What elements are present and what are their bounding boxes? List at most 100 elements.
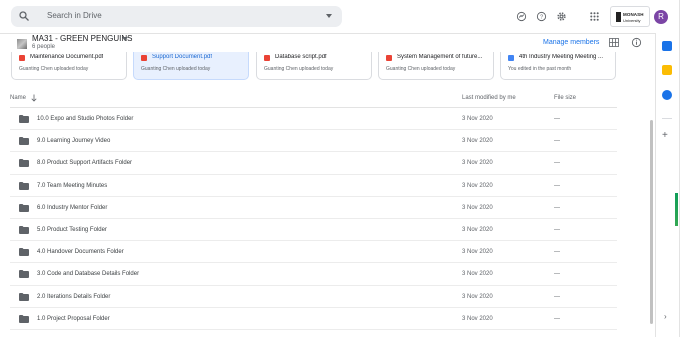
- file-name: 1.0 Project Proposal Folder: [37, 315, 110, 322]
- file-activity: Guanting Chen uploaded today: [19, 66, 89, 72]
- file-activity: Guanting Chen uploaded today: [386, 66, 456, 72]
- file-size: —: [554, 182, 560, 189]
- table-row[interactable]: 4.0 Handover Documents Folder 3 Nov 2020 —: [10, 241, 617, 264]
- keep-icon[interactable]: [662, 65, 672, 75]
- avatar[interactable]: R: [654, 10, 668, 24]
- side-panel: + ›: [656, 33, 680, 337]
- chevron-right-icon[interactable]: ›: [664, 312, 667, 321]
- folder-icon: [19, 248, 29, 257]
- doc-icon: [508, 55, 514, 61]
- modified-date: 3 Nov 2020: [462, 226, 493, 233]
- organization-logo[interactable]: MONASH University: [610, 6, 650, 27]
- file-name: 4.0 Handover Documents Folder: [37, 249, 124, 256]
- search-bar[interactable]: Search in Drive: [11, 6, 342, 27]
- modified-date: 3 Nov 2020: [462, 271, 493, 278]
- modified-date: 3 Nov 2020: [462, 160, 493, 167]
- file-name: 8.0 Product Support Artifacts Folder: [37, 160, 133, 167]
- file-name: 10.0 Expo and Studio Photos Folder: [37, 116, 134, 122]
- table-row[interactable]: 1.0 Project Proposal Folder 3 Nov 2020 —: [10, 308, 617, 330]
- file-title: Database script.pdf: [275, 54, 327, 60]
- file-size: —: [554, 271, 560, 278]
- search-icon[interactable]: [18, 10, 30, 22]
- file-size: —: [554, 138, 560, 145]
- scrollbar[interactable]: [650, 120, 653, 324]
- file-size: —: [554, 116, 560, 122]
- calendar-icon[interactable]: [662, 41, 672, 51]
- file-title: Support Document.pdf: [152, 54, 213, 60]
- folder-icon: [19, 203, 29, 212]
- last-modified-column-header[interactable]: Last modified by me: [462, 95, 516, 101]
- suggested-file-card[interactable]: 4th Industry Meeting Meeting ... You edi…: [500, 52, 616, 80]
- file-title: System Management of future...: [397, 54, 483, 60]
- file-name: 3.0 Code and Database Details Folder: [37, 271, 140, 278]
- search-input[interactable]: Search in Drive: [47, 11, 102, 20]
- file-size: —: [554, 160, 560, 167]
- file-name: 7.0 Team Meeting Minutes: [37, 182, 108, 189]
- table-row[interactable]: 7.0 Team Meeting Minutes 3 Nov 2020 —: [10, 175, 617, 197]
- file-name: 9.0 Learning Journey Video: [37, 138, 111, 145]
- file-name: 6.0 Industry Mentor Folder: [37, 204, 108, 211]
- svg-text:?: ?: [540, 15, 543, 21]
- file-size: —: [554, 293, 560, 300]
- search-options-icon[interactable]: [326, 14, 332, 18]
- tasks-icon[interactable]: [662, 90, 672, 100]
- file-size: —: [554, 204, 560, 211]
- table-row[interactable]: 2.0 Iterations Details Folder 3 Nov 2020 —: [10, 286, 617, 308]
- suggested-file-card[interactable]: Maintenance Document.pdf Guanting Chen u…: [11, 52, 127, 80]
- pdf-icon: [19, 55, 25, 61]
- suggested-file-card[interactable]: Database script.pdf Guanting Chen upload…: [256, 52, 372, 80]
- modified-date: 3 Nov 2020: [462, 182, 493, 189]
- divider: [662, 118, 672, 119]
- file-activity: Guanting Chen uploaded today: [141, 66, 211, 72]
- table-row[interactable]: 5.0 Product Testing Folder 3 Nov 2020 —: [10, 219, 617, 242]
- file-activity: You edited in the past month: [508, 66, 572, 72]
- suggested-file-card[interactable]: Support Document.pdf Guanting Chen uploa…: [133, 52, 249, 80]
- table-row[interactable]: 6.0 Industry Mentor Folder 3 Nov 2020 —: [10, 197, 617, 219]
- suggested-files: Maintenance Document.pdf Guanting Chen u…: [11, 52, 621, 80]
- table-row[interactable]: 10.0 Expo and Studio Photos Folder 3 Nov …: [10, 108, 617, 131]
- folder-icon: [19, 115, 29, 123]
- folder-icon: [19, 225, 29, 234]
- column-header: Name Last modified by me File size: [0, 90, 617, 107]
- info-icon[interactable]: [631, 37, 642, 48]
- top-bar: Search in Drive ? MONASH University R: [0, 0, 680, 33]
- folder-icon: [19, 181, 29, 190]
- pdf-icon: [386, 55, 392, 61]
- settings-icon[interactable]: [556, 11, 567, 22]
- table-row[interactable]: 3.0 Code and Database Details Folder 3 No…: [10, 263, 617, 286]
- add-addon-icon[interactable]: +: [662, 131, 668, 141]
- help-icon[interactable]: ?: [536, 11, 547, 22]
- file-size: —: [554, 315, 560, 322]
- modified-date: 3 Nov 2020: [462, 315, 493, 322]
- sort-arrow-down-icon[interactable]: [31, 94, 37, 102]
- folder-icon: [19, 314, 29, 323]
- offline-status-icon[interactable]: [516, 11, 527, 22]
- scroll-indicator: [675, 193, 678, 226]
- modified-date: 3 Nov 2020: [462, 204, 493, 211]
- member-count[interactable]: 6 people: [32, 44, 55, 50]
- table-row[interactable]: 9.0 Learning Journey Video 3 Nov 2020 —: [10, 130, 617, 153]
- suggested-file-card[interactable]: System Management of future... Guanting …: [378, 52, 494, 80]
- folder-icon: [19, 292, 29, 301]
- pdf-icon: [264, 55, 270, 61]
- modified-date: 3 Nov 2020: [462, 116, 493, 122]
- file-activity: Guanting Chen uploaded today: [264, 66, 334, 72]
- file-title: 4th Industry Meeting Meeting ...: [519, 54, 604, 60]
- file-name: 5.0 Product Testing Folder: [37, 226, 107, 233]
- manage-members-button[interactable]: Manage members: [543, 39, 599, 46]
- modified-date: 3 Nov 2020: [462, 138, 493, 145]
- apps-icon[interactable]: [589, 11, 600, 22]
- modified-date: 3 Nov 2020: [462, 249, 493, 256]
- folder-icon: [19, 159, 29, 168]
- shared-drive-thumbnail: [17, 39, 27, 49]
- folder-icon: [19, 270, 29, 279]
- file-name: 2.0 Iterations Details Folder: [37, 293, 111, 300]
- table-row[interactable]: 8.0 Product Support Artifacts Folder 3 No…: [10, 152, 617, 175]
- shared-drive-title[interactable]: MA31 - GREEN PENGUINS: [32, 34, 132, 43]
- monash-logo-icon: [616, 12, 621, 22]
- org-name: MONASH: [623, 12, 644, 17]
- grid-view-icon[interactable]: [609, 38, 619, 47]
- pdf-icon: [141, 55, 147, 61]
- name-column-header[interactable]: Name: [10, 95, 26, 101]
- chevron-down-icon[interactable]: [122, 37, 128, 41]
